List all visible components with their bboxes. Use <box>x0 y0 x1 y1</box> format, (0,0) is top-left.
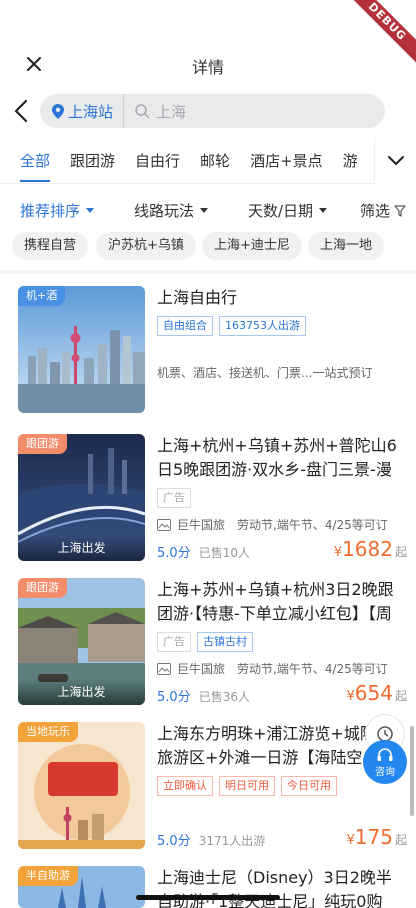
price-suffix: 起 <box>394 545 407 559</box>
tab-hotel-attraction[interactable]: 酒店+景点 <box>250 150 323 171</box>
tab-independent[interactable]: 自由行 <box>135 150 180 171</box>
departure-caption: 上海出发 <box>18 535 145 561</box>
ad-badge: 广告 <box>157 488 191 508</box>
screen-filter[interactable]: 筛选 <box>360 200 407 221</box>
currency: ¥ <box>346 689 355 704</box>
price-value: 175 <box>354 825 393 849</box>
currency: ¥ <box>346 833 355 848</box>
search-box[interactable]: 上海站 上海 <box>40 94 385 128</box>
sort-label: 推荐排序 <box>20 202 81 220</box>
rating-score: 5.0分 <box>157 546 191 561</box>
consult-label: 咨询 <box>375 766 395 778</box>
departure-caption: 上海出发 <box>18 679 145 705</box>
back-arrow-icon[interactable] <box>12 98 32 124</box>
badge: 自由组合 <box>157 316 213 336</box>
caret-down-icon <box>200 208 209 213</box>
tab-cruise[interactable]: 邮轮 <box>200 150 230 171</box>
route-filter[interactable]: 线路玩法 <box>134 200 209 221</box>
agency-name: 巨牛国旅 <box>177 518 226 532</box>
product-image: 机+酒 <box>18 286 145 413</box>
price: ¥1682 起 <box>334 537 407 561</box>
price-suffix: 起 <box>394 689 407 703</box>
sold-count: 已售36人 <box>198 690 250 704</box>
product-tag: 当地玩乐 <box>18 722 78 742</box>
caret-down-icon <box>86 208 95 213</box>
rating-score: 5.0分 <box>157 690 191 705</box>
product-title: 上海迪士尼（Disney）3日2晚半自助游·「1整天迪士尼」纯玩0购物... <box>157 868 392 908</box>
product-image: 半自助游 <box>18 866 145 908</box>
tab-all[interactable]: 全部 <box>20 150 51 182</box>
available-dates: 劳动节,端午节、4/25等可订 <box>237 662 388 676</box>
tab-group-tour[interactable]: 跟团游 <box>70 150 115 171</box>
product-tag: 跟团游 <box>18 434 67 454</box>
debug-label: DEBUG <box>346 0 416 67</box>
product-title: 上海自由行 <box>157 288 238 307</box>
product-title: 上海+苏州+乌镇+杭州3日2晚跟团游·【特惠-下单立减小红包】【周末... <box>157 580 394 623</box>
search-query: 上海 <box>156 102 187 121</box>
category-tabs: 全部 跟团游 自由行 邮轮 酒店+景点 游 <box>0 138 416 184</box>
product-tag: 半自助游 <box>18 866 78 886</box>
badge: 明日可用 <box>219 776 275 796</box>
sold-count: 3171人出游 <box>198 834 266 848</box>
tab-tour[interactable]: 游 <box>343 150 358 171</box>
badge: 163753人出游 <box>219 316 306 336</box>
product-image: 当地玩乐 <box>18 722 145 849</box>
search-input[interactable]: 上海 <box>124 101 186 122</box>
sort-filter[interactable]: 推荐排序 <box>20 200 95 221</box>
section-divider <box>0 270 416 274</box>
chip-ctrip-self[interactable]: 携程自营 <box>12 232 89 260</box>
price: ¥175 起 <box>347 825 407 849</box>
screen-label: 筛选 <box>360 202 391 220</box>
price-value: 654 <box>354 681 393 705</box>
currency: ¥ <box>333 545 343 560</box>
product-title: 上海+杭州+乌镇+苏州+普陀山6日5晚跟团游·双水乡-盘门三景-漫步杭... <box>157 436 397 479</box>
badge: 立即确认 <box>157 776 213 796</box>
sold-count: 已售10人 <box>198 546 250 560</box>
agency-name: 巨牛国旅 <box>177 662 226 676</box>
city-selector[interactable]: 上海站 <box>40 94 125 128</box>
product-desc: 机票、酒店、接送机、门票...一站式预订 <box>157 366 373 380</box>
scrollbar[interactable] <box>410 726 414 816</box>
chevron-down-icon <box>387 156 404 166</box>
rating-score: 5.0分 <box>157 834 191 849</box>
product-tag: 跟团游 <box>18 578 67 598</box>
price: ¥654 起 <box>347 681 407 705</box>
home-indicator[interactable] <box>136 895 280 900</box>
product-image: 跟团游 上海出发 <box>18 434 145 561</box>
more-tabs-button[interactable] <box>374 138 416 184</box>
price-value: 1682 <box>342 537 393 561</box>
badge: 古镇古村 <box>197 632 253 652</box>
chip-shanghai-disney[interactable]: 上海+迪士尼 <box>202 232 302 260</box>
filter-bar: 推荐排序 线路玩法 天数/日期 筛选 <box>0 190 416 228</box>
search-icon <box>135 104 150 119</box>
landscape-icon <box>157 518 171 531</box>
product-tag: 机+酒 <box>18 286 66 306</box>
debug-ribbon: DEBUG <box>346 0 416 70</box>
city-label: 上海站 <box>68 102 114 121</box>
ad-badge: 广告 <box>157 632 191 652</box>
quick-chips: 携程自营 沪苏杭+乌镇 上海+迪士尼 上海一地 <box>0 232 416 266</box>
consult-button[interactable]: 咨询 <box>363 740 407 784</box>
days-filter[interactable]: 天数/日期 <box>248 200 328 221</box>
caret-down-icon <box>319 208 328 213</box>
chip-shanghai-only[interactable]: 上海一地 <box>308 232 385 260</box>
landscape-icon <box>157 662 171 675</box>
product-image: 跟团游 上海出发 <box>18 578 145 705</box>
days-label: 天数/日期 <box>248 202 314 220</box>
chip-hangzhou-wuzhen[interactable]: 沪苏杭+乌镇 <box>96 232 196 260</box>
badge: 今日可用 <box>281 776 337 796</box>
search-row: 上海站 上海 <box>0 90 416 132</box>
location-pin-icon <box>52 103 64 119</box>
route-label: 线路玩法 <box>134 202 195 220</box>
funnel-icon <box>394 205 407 217</box>
headset-icon <box>377 747 393 761</box>
available-dates: 劳动节,端午节、4/25等可订 <box>237 518 388 532</box>
price-suffix: 起 <box>394 833 407 847</box>
